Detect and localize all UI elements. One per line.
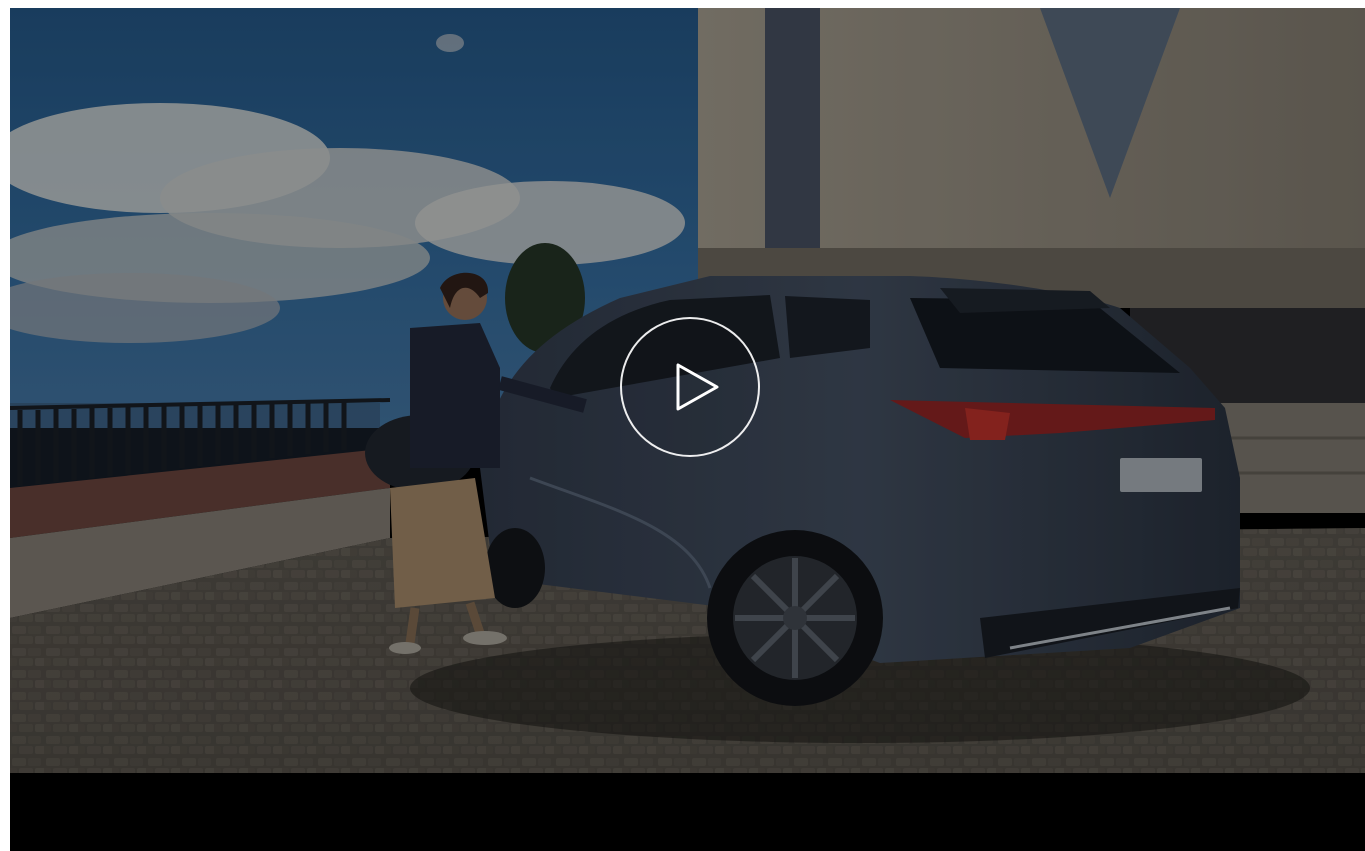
page xyxy=(0,0,1365,851)
video-letterbox-bar xyxy=(10,773,1365,851)
video-frame[interactable] xyxy=(10,8,1365,773)
play-button[interactable] xyxy=(620,317,760,457)
play-icon xyxy=(676,363,719,411)
video-player[interactable] xyxy=(10,8,1365,851)
